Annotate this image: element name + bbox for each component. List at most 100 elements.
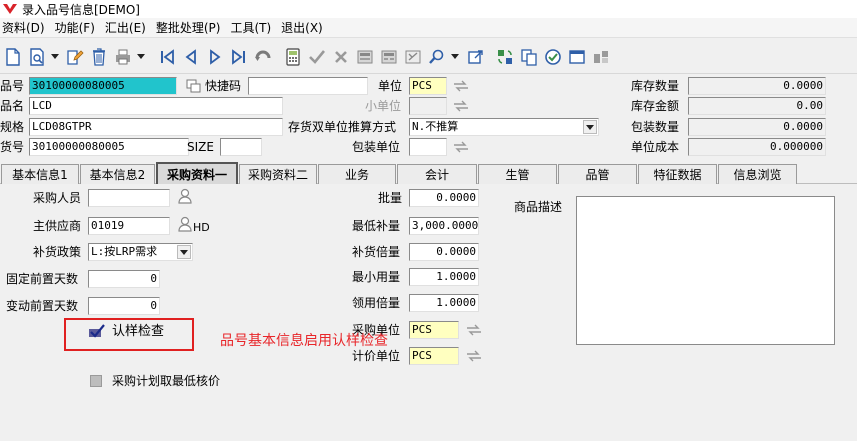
- reorder-mult-label: 补货倍量: [352, 245, 401, 259]
- last-icon[interactable]: [228, 46, 250, 68]
- policy-label: 补货政策: [33, 245, 82, 259]
- lowest-price-checkbox[interactable]: [90, 375, 102, 387]
- menu-data[interactable]: 资料(D): [0, 19, 53, 36]
- tab-quality[interactable]: 品管: [558, 164, 637, 184]
- next-icon[interactable]: [204, 46, 226, 68]
- tab-production[interactable]: 生管: [478, 164, 557, 184]
- undo-icon[interactable]: [252, 46, 274, 68]
- menu-export[interactable]: 汇出(E): [103, 19, 154, 36]
- cancel-icon[interactable]: [330, 46, 352, 68]
- menu-tools[interactable]: 工具(T): [228, 19, 279, 36]
- first-icon[interactable]: [156, 46, 178, 68]
- menu-exit[interactable]: 退出(X): [279, 19, 331, 36]
- tab-basic-info-1[interactable]: 基本信息1: [1, 164, 79, 184]
- batch-icon[interactable]: [402, 46, 424, 68]
- supplier-field[interactable]: 01019: [88, 217, 170, 235]
- stock-amount-label: 库存金额: [631, 99, 680, 113]
- prev-icon[interactable]: [180, 46, 202, 68]
- reorder-mult-field[interactable]: 0.0000: [409, 243, 479, 261]
- spec-field[interactable]: LCD08GTPR: [29, 118, 283, 136]
- price-unit-field[interactable]: PCS: [409, 347, 459, 365]
- unit-cost-label: 单位成本: [631, 140, 680, 154]
- name-label: 品名: [0, 99, 25, 113]
- purchase-unit-swap-icon[interactable]: [465, 323, 483, 337]
- tab-features[interactable]: 特征数据: [638, 164, 717, 184]
- supplier-lookup-icon[interactable]: [176, 216, 194, 232]
- small-unit-label: 小单位: [365, 99, 402, 113]
- var-lead-label: 变动前置天数: [6, 299, 79, 313]
- price-unit-swap-icon[interactable]: [465, 349, 483, 363]
- print-dropdown-icon[interactable]: [136, 46, 146, 68]
- tab-accounting[interactable]: 会计: [397, 164, 477, 184]
- tab-purchase-1[interactable]: 采购资料一: [156, 162, 238, 184]
- min-use-field[interactable]: 1.0000: [409, 268, 479, 286]
- policy-select[interactable]: L:按LRP需求: [88, 243, 193, 261]
- search-icon[interactable]: [426, 46, 448, 68]
- pack-unit-swap-icon[interactable]: [452, 140, 470, 154]
- new-icon[interactable]: [2, 46, 24, 68]
- print-icon[interactable]: [112, 46, 134, 68]
- item-no-field[interactable]: 30100000080005: [29, 77, 177, 95]
- pack-qty-label: 包装数量: [631, 120, 680, 134]
- pack-unit-field[interactable]: [409, 138, 447, 156]
- calculator-icon[interactable]: [282, 46, 304, 68]
- copy-icon[interactable]: [518, 46, 540, 68]
- quick-code-copy-icon[interactable]: [185, 79, 203, 93]
- pack-unit-label: 包装单位: [352, 140, 401, 154]
- buyer-lookup-icon[interactable]: [176, 188, 194, 204]
- delete-icon[interactable]: [88, 46, 110, 68]
- dual-unit-select[interactable]: N.不推算: [409, 118, 599, 136]
- unit-label: 单位: [378, 79, 403, 93]
- confirm-icon[interactable]: [306, 46, 328, 68]
- tab-business[interactable]: 业务: [318, 164, 396, 184]
- sample-check-label[interactable]: 认样检查: [112, 323, 164, 341]
- preview-dropdown-icon[interactable]: [50, 46, 60, 68]
- chevron-down-icon[interactable]: [583, 120, 597, 134]
- desc-textarea[interactable]: [576, 196, 835, 345]
- tab-bar: 基本信息1 基本信息2 采购资料一 采购资料二 业务 会计 生管 品管 特征数据…: [0, 162, 857, 184]
- goods-no-label: 货号: [0, 140, 25, 154]
- buyer-field[interactable]: [88, 189, 170, 207]
- batch-field[interactable]: 0.0000: [409, 189, 479, 207]
- layout-icon[interactable]: [590, 46, 612, 68]
- size-field[interactable]: [220, 138, 262, 156]
- menu-function[interactable]: 功能(F): [53, 19, 103, 36]
- unit-field[interactable]: PCS: [409, 77, 447, 95]
- min-reorder-label: 最低补量: [352, 219, 401, 233]
- lowest-price-label: 采购计划取最低核价: [112, 374, 221, 388]
- small-unit-swap-icon[interactable]: [452, 99, 470, 113]
- form-icon[interactable]: [354, 46, 376, 68]
- edit-icon[interactable]: [64, 46, 86, 68]
- min-use-label: 最小用量: [352, 270, 401, 284]
- name-field[interactable]: LCD: [29, 97, 283, 115]
- purchase-unit-field[interactable]: PCS: [409, 321, 459, 339]
- form2-icon[interactable]: [378, 46, 400, 68]
- var-lead-field[interactable]: 0: [88, 297, 160, 315]
- refresh-icon[interactable]: [494, 46, 516, 68]
- unit-swap-icon[interactable]: [452, 79, 470, 93]
- spec-label: 规格: [0, 120, 25, 134]
- goods-no-field[interactable]: 30100000080005: [29, 138, 189, 156]
- quick-code-field[interactable]: [248, 77, 368, 95]
- batch-label: 批量: [378, 191, 403, 205]
- stock-qty-label: 库存数量: [631, 79, 680, 93]
- issue-mult-field[interactable]: 1.0000: [409, 294, 479, 312]
- fixed-lead-field[interactable]: 0: [88, 270, 160, 288]
- fixed-lead-label: 固定前置天数: [6, 272, 79, 286]
- preview-icon[interactable]: [26, 46, 48, 68]
- export-icon[interactable]: [464, 46, 486, 68]
- window-icon[interactable]: [566, 46, 588, 68]
- chevron-down-icon[interactable]: [177, 245, 191, 259]
- tab-info-browse[interactable]: 信息浏览: [718, 164, 797, 184]
- tab-purchase-2[interactable]: 采购资料二: [239, 164, 317, 184]
- stock-amount-field: 0.00: [688, 97, 826, 115]
- search-dropdown-icon[interactable]: [450, 46, 460, 68]
- tab-basic-info-2[interactable]: 基本信息2: [80, 164, 155, 184]
- quick-code-label: 快捷码: [205, 79, 242, 93]
- approve-icon[interactable]: [542, 46, 564, 68]
- check-icon[interactable]: [88, 324, 106, 338]
- menu-bar: 资料(D) 功能(F) 汇出(E) 整批处理(P) 工具(T) 退出(X): [0, 18, 857, 38]
- min-reorder-field[interactable]: 3,000.0000: [409, 217, 479, 235]
- dual-unit-label: 存货双单位推算方式: [288, 120, 397, 134]
- menu-batch[interactable]: 整批处理(P): [154, 19, 229, 36]
